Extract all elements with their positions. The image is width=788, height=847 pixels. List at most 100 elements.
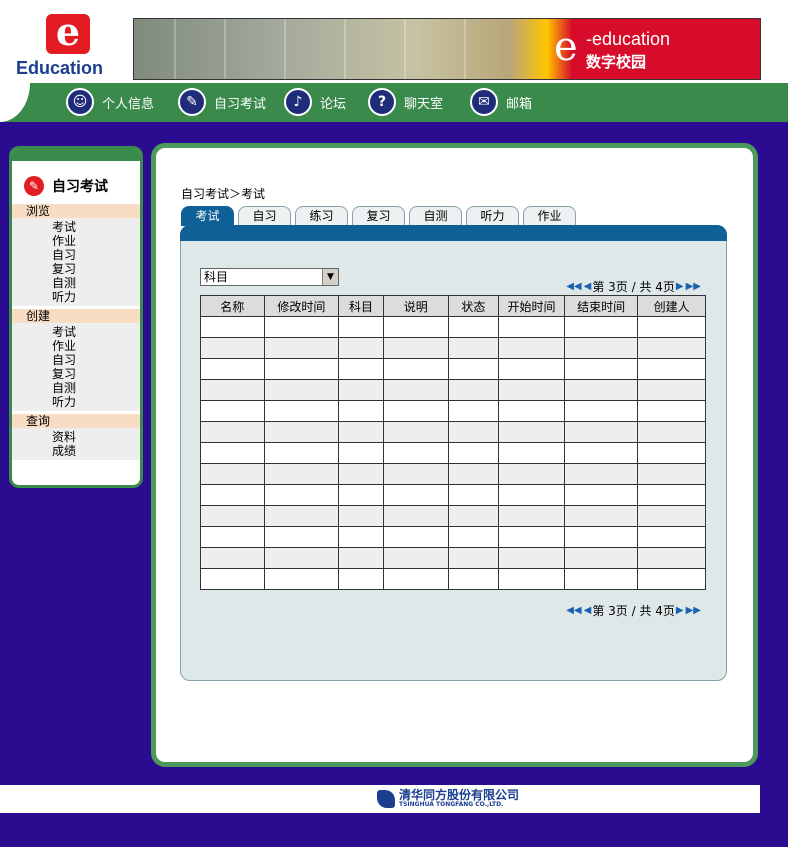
table-cell (200, 463, 265, 485)
table-row[interactable] (200, 484, 706, 506)
table-cell (563, 316, 639, 338)
table-cell (637, 400, 706, 422)
nav-item-chat[interactable]: ? 聊天室 (368, 87, 443, 117)
table-cell (200, 316, 265, 338)
tab-listening[interactable]: 听力 (466, 206, 519, 226)
header-banner: e -education 数字校园 (133, 18, 761, 80)
table-row[interactable] (200, 463, 706, 485)
education-logo[interactable]: e Education (16, 13, 124, 80)
column-header[interactable]: 科目 (338, 295, 384, 317)
table-cell (563, 337, 639, 359)
first-page-icon[interactable]: ◀◀ (566, 281, 581, 292)
sidebar: ✎ 自习考试 浏览 考试 作业 自习 复习 自测 听力 创建 考试 作业 自习 … (9, 146, 143, 488)
sidebar-section-create: 创建 (12, 309, 140, 323)
table-cell (263, 505, 340, 527)
column-header[interactable]: 状态 (447, 295, 500, 317)
sidebar-item-browse-listening[interactable]: 听力 (52, 290, 140, 304)
table-cell (637, 379, 706, 401)
tab-study[interactable]: 自习 (238, 206, 291, 226)
tab-review[interactable]: 复习 (352, 206, 405, 226)
table-cell (382, 568, 449, 590)
column-header[interactable]: 开始时间 (498, 295, 565, 317)
column-header[interactable]: 说明 (382, 295, 449, 317)
table-cell (382, 421, 449, 443)
table-row[interactable] (200, 442, 706, 464)
sidebar-section-query: 查询 (12, 414, 140, 428)
prev-page-icon[interactable]: ◀ (584, 281, 592, 292)
table-cell (563, 568, 639, 590)
next-page-icon[interactable]: ▶ (676, 605, 684, 616)
chevron-down-icon[interactable]: ▼ (322, 269, 338, 285)
table-cell (447, 505, 500, 527)
nav-item-profile[interactable]: ☺ 个人信息 (66, 87, 154, 117)
table-cell (563, 547, 639, 569)
table-row[interactable] (200, 337, 706, 359)
last-page-icon[interactable]: ▶▶ (686, 605, 701, 616)
sidebar-item-browse-exam[interactable]: 考试 (52, 220, 140, 234)
table-cell (263, 358, 340, 380)
table-cell (563, 421, 639, 443)
prev-page-icon[interactable]: ◀ (584, 605, 592, 616)
table-cell (382, 337, 449, 359)
sidebar-item-create-study[interactable]: 自习 (52, 353, 140, 367)
table-cell (563, 484, 639, 506)
sidebar-item-browse-selftest[interactable]: 自测 (52, 276, 140, 290)
table-cell (382, 526, 449, 548)
sidebar-section-browse: 浏览 (12, 204, 140, 218)
table-cell (382, 379, 449, 401)
table-cell (498, 337, 565, 359)
sidebar-item-query-materials[interactable]: 资料 (52, 430, 140, 444)
sidebar-item-browse-review[interactable]: 复习 (52, 262, 140, 276)
tab-selftest[interactable]: 自测 (409, 206, 462, 226)
table-cell (200, 421, 265, 443)
main-content: 自习考试＞考试 考试 自习 练习 复习 自测 听力 作业 科目 ▼ ◀◀ ◀ 第… (151, 143, 758, 767)
table-cell (447, 421, 500, 443)
tab-homework[interactable]: 作业 (523, 206, 576, 226)
table-row[interactable] (200, 400, 706, 422)
table-cell (563, 505, 639, 527)
table-cell (498, 442, 565, 464)
sidebar-item-create-listening[interactable]: 听力 (52, 395, 140, 409)
banner-title: -education (586, 29, 671, 49)
sidebar-item-query-grades[interactable]: 成绩 (52, 444, 140, 458)
column-header[interactable]: 创建人 (637, 295, 706, 317)
nav-item-exam[interactable]: ✎ 自习考试 (178, 87, 266, 117)
sidebar-item-create-selftest[interactable]: 自测 (52, 381, 140, 395)
subject-select[interactable]: 科目 ▼ (200, 268, 339, 286)
table-row[interactable] (200, 358, 706, 380)
tab-practice[interactable]: 练习 (295, 206, 348, 226)
column-header[interactable]: 结束时间 (563, 295, 639, 317)
tab-exam[interactable]: 考试 (181, 206, 234, 226)
first-page-icon[interactable]: ◀◀ (566, 605, 581, 616)
table-cell (637, 442, 706, 464)
table-cell (338, 484, 384, 506)
exam-icon: ✎ (178, 88, 206, 116)
table-row[interactable] (200, 379, 706, 401)
table-cell (382, 463, 449, 485)
table-cell (498, 463, 565, 485)
table-cell (637, 358, 706, 380)
table-row[interactable] (200, 505, 706, 527)
table-row[interactable] (200, 316, 706, 338)
sidebar-item-create-homework[interactable]: 作业 (52, 339, 140, 353)
last-page-icon[interactable]: ▶▶ (686, 281, 701, 292)
nav-label: 论坛 (320, 96, 347, 112)
nav-item-mail[interactable]: ✉ 邮箱 (470, 87, 532, 117)
table-row[interactable] (200, 421, 706, 443)
table-row[interactable] (200, 526, 706, 548)
table-row[interactable] (200, 568, 706, 590)
next-page-icon[interactable]: ▶ (676, 281, 684, 292)
table-row[interactable] (200, 547, 706, 569)
table-cell (200, 337, 265, 359)
table-cell (263, 337, 340, 359)
logo-letter: e (46, 13, 90, 54)
sidebar-item-create-exam[interactable]: 考试 (52, 325, 140, 339)
table-body (200, 316, 706, 590)
sidebar-item-create-review[interactable]: 复习 (52, 367, 140, 381)
mail-icon: ✉ (470, 88, 498, 116)
column-header[interactable]: 名称 (200, 295, 265, 317)
sidebar-item-browse-homework[interactable]: 作业 (52, 234, 140, 248)
nav-item-forum[interactable]: ♪ 论坛 (284, 87, 346, 117)
column-header[interactable]: 修改时间 (263, 295, 340, 317)
sidebar-item-browse-study[interactable]: 自习 (52, 248, 140, 262)
